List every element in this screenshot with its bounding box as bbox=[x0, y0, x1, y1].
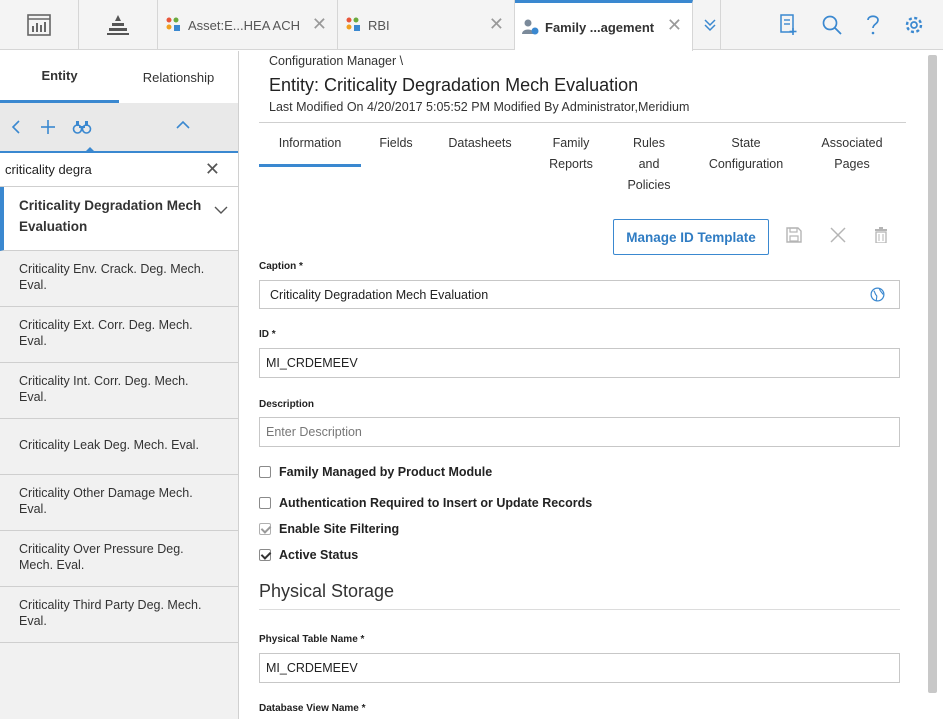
checkbox[interactable] bbox=[259, 466, 271, 478]
list-item-selected[interactable]: Criticality Degradation Mech Evaluation bbox=[0, 187, 238, 251]
caption-field[interactable]: Criticality Degradation Mech Evaluation bbox=[259, 280, 900, 309]
section-title: Physical Storage bbox=[259, 581, 395, 601]
list-item[interactable]: Criticality Leak Deg. Mech. Eval. bbox=[0, 419, 238, 475]
last-modified-text: Last Modified On 4/20/2017 5:05:52 PM Mo… bbox=[269, 100, 690, 114]
hierarchy-icon bbox=[107, 15, 129, 35]
family-search-input[interactable]: criticality degra ✕ bbox=[0, 153, 238, 187]
scrollbar[interactable] bbox=[928, 55, 937, 693]
manage-id-template-button[interactable]: Manage ID Template bbox=[613, 219, 769, 255]
tab-state-configuration[interactable]: State Configuration bbox=[701, 133, 791, 175]
close-icon[interactable]: ✕ bbox=[489, 15, 504, 33]
settings-gear-icon[interactable] bbox=[903, 14, 925, 36]
cancel-icon[interactable] bbox=[830, 227, 846, 243]
tab-family-reports[interactable]: Family Reports bbox=[540, 133, 602, 175]
page-title: Entity: Criticality Degradation Mech Eva… bbox=[269, 75, 639, 95]
checkbox[interactable] bbox=[259, 497, 271, 509]
clear-search-icon[interactable]: ✕ bbox=[205, 159, 220, 180]
id-label: ID * bbox=[259, 329, 276, 340]
list-item[interactable]: Criticality Over Pressure Deg. Mech. Eva… bbox=[0, 531, 238, 587]
id-field[interactable]: MI_CRDEMEEV bbox=[259, 348, 900, 378]
dashboard-button[interactable] bbox=[0, 0, 79, 50]
family-browser-panel: Entity Relationship criticality degra ✕ … bbox=[0, 51, 239, 719]
entity-details: Configuration Manager \ Entity: Critical… bbox=[240, 51, 943, 719]
divider bbox=[259, 122, 906, 123]
tab-relationship[interactable]: Relationship bbox=[119, 51, 238, 103]
physical-table-field[interactable]: MI_CRDEMEEV bbox=[259, 653, 900, 683]
tab-datasheets[interactable]: Datasheets bbox=[440, 133, 520, 154]
delete-trash-icon[interactable] bbox=[874, 227, 888, 243]
list-item[interactable]: Criticality Env. Crack. Deg. Mech. Eval. bbox=[0, 251, 238, 307]
tab-fields[interactable]: Fields bbox=[371, 133, 421, 154]
chevron-down-icon[interactable] bbox=[214, 205, 228, 215]
family-management-icon bbox=[522, 19, 539, 35]
panel-tabs: Entity Relationship bbox=[0, 51, 238, 103]
checkbox[interactable] bbox=[259, 523, 271, 535]
description-field[interactable]: Enter Description bbox=[259, 417, 900, 447]
description-label: Description bbox=[259, 399, 315, 410]
panel-toolbar bbox=[0, 103, 238, 153]
tab-information[interactable]: Information bbox=[259, 133, 361, 167]
list-item[interactable]: Criticality Third Party Deg. Mech. Eval. bbox=[0, 587, 238, 643]
enable-site-filtering-checkbox[interactable]: Enable Site Filtering bbox=[259, 522, 399, 536]
tab-rbi[interactable]: RBI ✕ bbox=[338, 0, 515, 50]
asset-icon bbox=[166, 17, 180, 31]
search-icon[interactable] bbox=[821, 14, 843, 36]
chevron-up-icon bbox=[176, 120, 190, 129]
tab-rules-and-policies[interactable]: Rules and Policies bbox=[621, 133, 677, 196]
queries-icon[interactable] bbox=[779, 13, 799, 36]
more-tabs-button[interactable] bbox=[693, 0, 721, 50]
globe-translate-icon[interactable] bbox=[870, 287, 885, 302]
double-chevron-down-icon bbox=[703, 19, 716, 32]
tab-associated-pages[interactable]: Associated Pages bbox=[812, 133, 892, 175]
save-icon[interactable] bbox=[786, 227, 802, 243]
authentication-required-checkbox[interactable]: Authentication Required to Insert or Upd… bbox=[259, 496, 592, 510]
search-binoculars-icon[interactable] bbox=[72, 118, 92, 136]
database-view-label: Database View Name * bbox=[259, 703, 366, 714]
top-bar: Asset:E...HEA ACH ✕ RBI ✕ Family ...agem… bbox=[0, 0, 943, 51]
list-item[interactable]: Criticality Other Damage Mech. Eval. bbox=[0, 475, 238, 531]
close-icon[interactable]: ✕ bbox=[312, 15, 327, 33]
help-icon[interactable] bbox=[865, 14, 881, 36]
back-icon[interactable] bbox=[8, 118, 24, 136]
list-item[interactable]: Criticality Int. Corr. Deg. Mech. Eval. bbox=[0, 363, 238, 419]
tab-family-management[interactable]: Family ...agement ✕ bbox=[515, 0, 693, 51]
physical-table-label: Physical Table Name * bbox=[259, 634, 365, 645]
breadcrumb[interactable]: Configuration Manager \ bbox=[269, 54, 403, 68]
caption-label: Caption * bbox=[259, 261, 303, 272]
global-toolbar bbox=[721, 0, 943, 49]
tab-asset[interactable]: Asset:E...HEA ACH ✕ bbox=[158, 0, 338, 50]
asset-hierarchy-button[interactable] bbox=[79, 0, 158, 50]
checkbox[interactable] bbox=[259, 549, 271, 561]
add-icon[interactable] bbox=[38, 118, 58, 136]
family-managed-checkbox[interactable]: Family Managed by Product Module bbox=[259, 465, 492, 479]
rbi-icon bbox=[346, 17, 360, 31]
dashboard-icon bbox=[27, 14, 51, 36]
tab-entity[interactable]: Entity bbox=[0, 51, 119, 103]
family-list: Criticality Degradation Mech Evaluation … bbox=[0, 187, 238, 643]
close-icon[interactable]: ✕ bbox=[667, 16, 682, 34]
collapse-button[interactable] bbox=[174, 117, 192, 134]
active-status-checkbox[interactable]: Active Status bbox=[259, 548, 358, 562]
divider bbox=[259, 609, 900, 610]
list-item[interactable]: Criticality Ext. Corr. Deg. Mech. Eval. bbox=[0, 307, 238, 363]
